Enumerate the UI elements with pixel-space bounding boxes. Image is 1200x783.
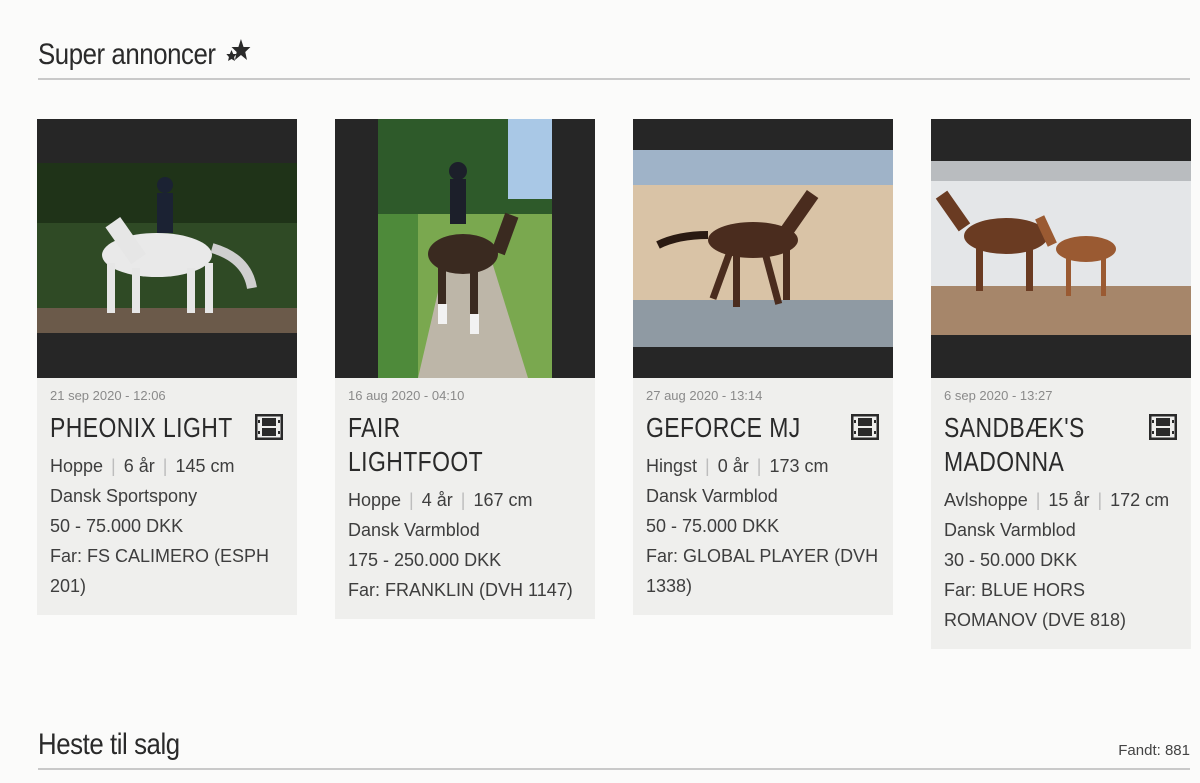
for-sale-heading: Heste til salg: [38, 728, 180, 762]
horse-info: Hoppe | 4 år | 167 cm Dansk Varmblod 175 - 2…: [348, 485, 582, 605]
horse-age: 15 år: [1048, 490, 1090, 510]
horse-name[interactable]: PHEONIX LIGHT: [50, 411, 239, 445]
horse-specs: Hoppe | 6 år | 145 cm: [50, 456, 235, 476]
horse-sire: Far: FS CALIMERO (ESPH 201): [50, 546, 270, 596]
horse-photo[interactable]: [633, 119, 893, 378]
horse-name[interactable]: GEFORCE MJ: [646, 411, 835, 445]
horse-age: 0 år: [717, 456, 749, 476]
ad-date: 6 sep 2020 - 13:27: [944, 388, 1053, 403]
horse-height: 167 cm: [473, 490, 533, 510]
horse-specs: Hoppe | 4 år | 167 cm: [348, 490, 533, 510]
film-icon[interactable]: [255, 414, 283, 440]
horse-breed: Dansk Varmblod: [348, 520, 480, 540]
horse-photo[interactable]: [37, 119, 297, 378]
for-sale-title: Heste til salg: [38, 728, 180, 761]
horse-info: Hingst | 0 år | 173 cm Dansk Varmblod 50 - 7…: [646, 451, 880, 601]
horse-sire: Far: FRANKLIN (DVH 1147): [348, 580, 573, 600]
horse-gender: Avlshoppe: [944, 490, 1028, 510]
horse-name[interactable]: FAIR LIGHTFOOT: [348, 411, 537, 479]
ad-date: 27 aug 2020 - 13:14: [646, 388, 763, 403]
horse-height: 145 cm: [175, 456, 235, 476]
super-ads-divider: [38, 78, 1190, 80]
horse-gender: Hingst: [646, 456, 698, 476]
horse-price: 50 - 75.000 DKK: [50, 516, 184, 536]
horse-gender: Hoppe: [348, 490, 402, 510]
horse-sire: Far: BLUE HORS ROMANOV (DVE 818): [944, 580, 1127, 630]
horse-breed: Dansk Sportspony: [50, 486, 198, 506]
results-count-label: Fandt:: [1118, 742, 1161, 759]
horse-specs: Avlshoppe | 15 år | 172 cm: [944, 490, 1170, 510]
ad-date: 21 sep 2020 - 12:06: [50, 388, 166, 403]
film-icon[interactable]: [1149, 414, 1177, 440]
horse-height: 173 cm: [769, 456, 829, 476]
horse-price: 30 - 50.000 DKK: [944, 550, 1078, 570]
horse-specs: Hingst | 0 år | 173 cm: [646, 456, 829, 476]
horse-age: 4 år: [421, 490, 453, 510]
horse-breed: Dansk Varmblod: [646, 486, 778, 506]
film-icon[interactable]: [851, 414, 879, 440]
results-count: Fandt: 881: [1118, 742, 1190, 759]
horse-photo[interactable]: [335, 119, 595, 378]
horse-sire: Far: GLOBAL PLAYER (DVH 1338): [646, 546, 879, 596]
horse-info: Avlshoppe | 15 år | 172 cm Dansk Varmblod 30…: [944, 485, 1178, 635]
horse-height: 172 cm: [1110, 490, 1170, 510]
horse-price: 50 - 75.000 DKK: [646, 516, 780, 536]
horse-name[interactable]: SANDBÆK'S MADONNA: [944, 411, 1084, 479]
stars-icon: [226, 39, 251, 61]
horse-age: 6 år: [123, 456, 155, 476]
results-count-value: 881: [1164, 742, 1190, 759]
super-ads-title: Super annoncer: [38, 38, 216, 71]
ad-date: 16 aug 2020 - 04:10: [348, 388, 465, 403]
ad-card[interactable]: 6 sep 2020 - 13:27 SANDBÆK'S MADONNA Avl…: [931, 119, 1191, 649]
horse-info: Hoppe | 6 år | 145 cm Dansk Sportspony 50 - …: [50, 451, 284, 601]
horse-gender: Hoppe: [50, 456, 104, 476]
super-ads-heading: Super annoncer: [38, 38, 252, 72]
ad-card[interactable]: 16 aug 2020 - 04:10 FAIR LIGHTFOOT Hoppe…: [335, 119, 595, 619]
horse-price: 175 - 250.000 DKK: [348, 550, 502, 570]
horse-photo[interactable]: [931, 119, 1191, 378]
horse-breed: Dansk Varmblod: [944, 520, 1076, 540]
ad-card[interactable]: 21 sep 2020 - 12:06 PHEONIX LIGHT Hoppe |…: [37, 119, 297, 615]
for-sale-divider: [38, 768, 1190, 770]
ad-card[interactable]: 27 aug 2020 - 13:14 GEFORCE MJ Hingst | 0 …: [633, 119, 893, 615]
